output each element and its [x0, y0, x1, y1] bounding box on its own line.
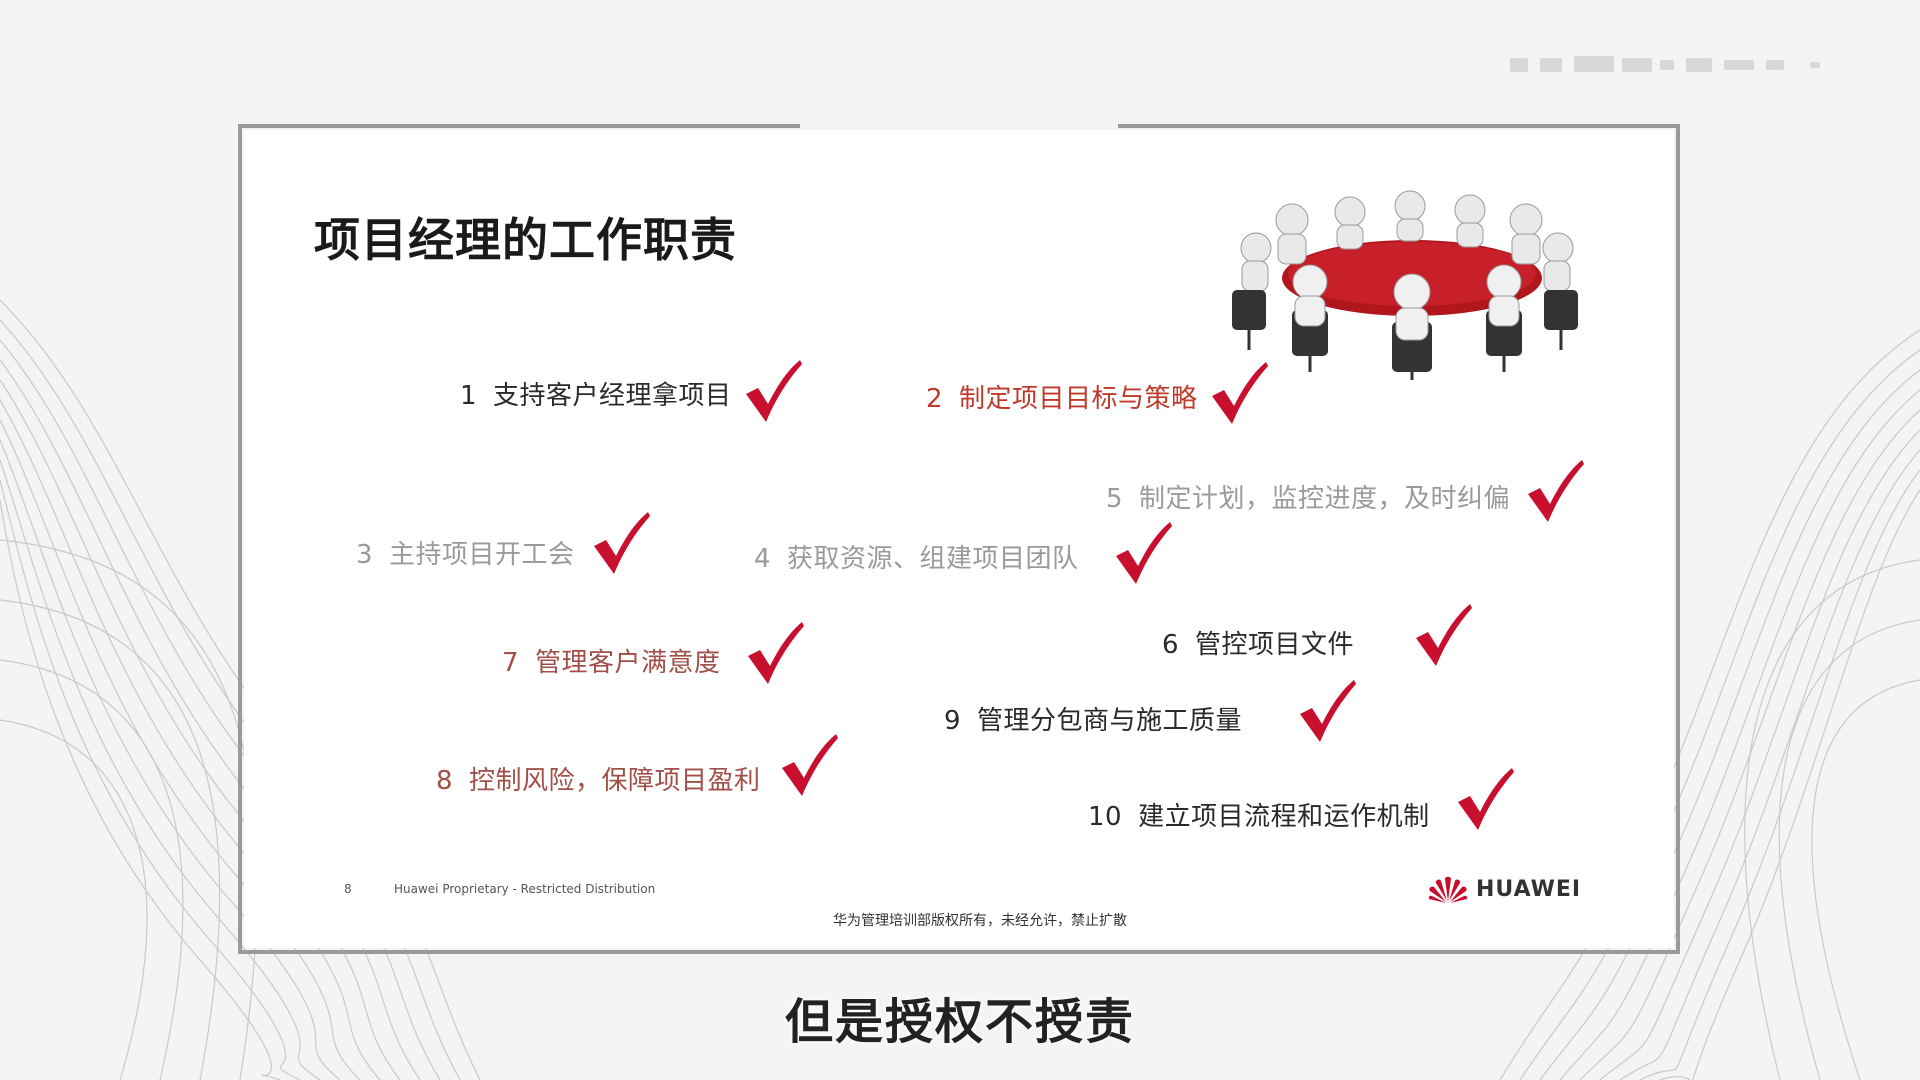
slide-page-number: 8	[344, 882, 352, 896]
checkmark-icon	[1458, 768, 1514, 830]
checkmark-icon	[1116, 522, 1172, 584]
checkmark-icon	[1528, 460, 1584, 522]
checkmark-icon	[1212, 362, 1268, 424]
huawei-flower-icon	[1428, 876, 1468, 903]
meeting-table-illustration	[1232, 190, 1578, 380]
checkmark-icon	[1416, 604, 1472, 666]
checkmark-icon	[748, 622, 804, 684]
slide-title: 项目经理的工作职责	[314, 213, 737, 267]
duty-item-3: 3 主持项目开工会	[356, 540, 575, 570]
duty-item-7: 7 管理客户满意度	[502, 648, 721, 678]
duty-item-5: 5 制定计划，监控进度，及时纠偏	[1106, 484, 1511, 514]
duty-item-8: 8 控制风险，保障项目盈利	[436, 766, 761, 796]
footer-proprietary: Huawei Proprietary - Restricted Distribu…	[394, 882, 656, 896]
duty-item-9: 9 管理分包商与施工质量	[944, 706, 1243, 736]
footer-copyright: 华为管理培训部版权所有，未经允许，禁止扩散	[833, 913, 1127, 929]
checkmark-icon	[746, 360, 802, 422]
duty-item-2: 2 制定项目目标与策略	[926, 384, 1198, 414]
logo-wordmark: HUAWEI	[1476, 876, 1582, 902]
duty-item-4: 4 获取资源、组建项目团队	[754, 544, 1079, 574]
checkmark-icon	[594, 512, 650, 574]
video-frame: 项目经理的工作职责 1 支持客户经理拿项目 2 制定项目目标与策略 5 制定计划…	[0, 0, 1920, 1080]
duty-item-1: 1 支持客户经理拿项目	[460, 381, 732, 411]
checkmark-icon	[782, 734, 838, 796]
checkmark-icon	[1300, 680, 1356, 742]
video-subtitle: 但是授权不授责	[784, 994, 1135, 1050]
watermark-marks	[1510, 56, 1820, 72]
duty-item-10: 10 建立项目流程和运作机制	[1088, 802, 1430, 832]
huawei-logo: HUAWEI	[1428, 872, 1581, 906]
duty-item-6: 6 管控项目文件	[1162, 630, 1355, 660]
